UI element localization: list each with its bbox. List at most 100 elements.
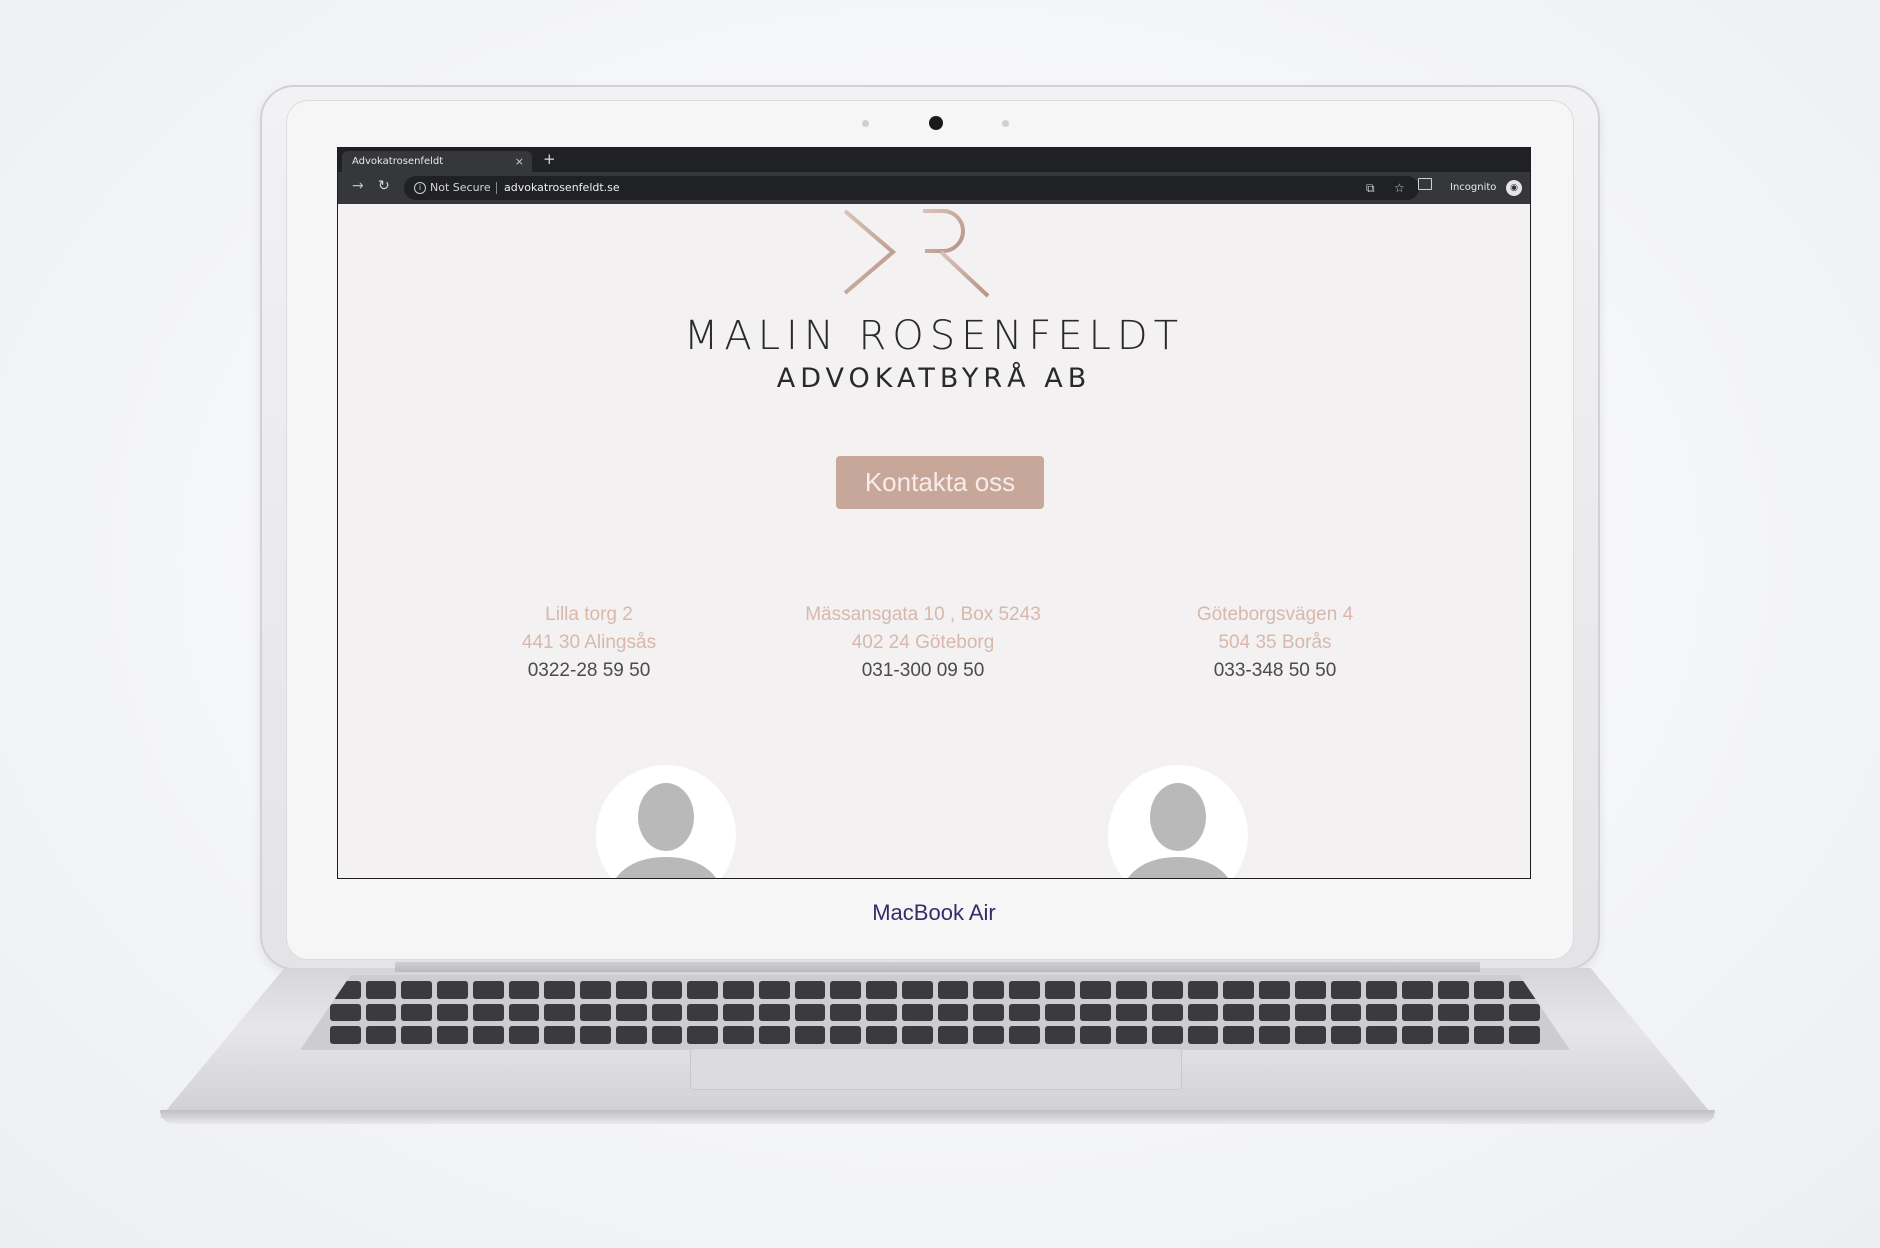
keyboard-key [1187,981,1219,999]
keyboard-key [544,1026,576,1044]
keyboard-key [1223,1026,1255,1044]
keyboard [300,975,1570,1050]
tab-bar: Advokatrosenfeldt × + [338,148,1530,172]
keyboard-key [365,1026,397,1044]
new-tab-button[interactable]: + [543,150,556,168]
keyboard-key [1008,1003,1040,1022]
office-street: Mässansgata 10 , Box 5243 [805,604,1041,625]
keyboard-key [1187,1003,1219,1022]
star-icon[interactable]: ☆ [1394,176,1405,200]
keyboard-key [1509,1026,1540,1044]
keyboard-key [1366,981,1398,999]
keyboard-key [437,1026,468,1044]
keyboard-key [1044,981,1076,999]
camera-icon [929,116,943,130]
keyboard-key [472,1026,504,1044]
keyboard-key [580,1003,611,1022]
profile-label[interactable]: Incognito [1450,172,1496,204]
trackpad [690,1048,1182,1090]
keyboard-key [830,981,862,999]
keyboard-key [1330,1003,1362,1022]
keyboard-key [544,1003,576,1022]
keyboard-key [651,981,683,999]
keyboard-key [365,981,397,999]
avatar[interactable] [596,765,736,878]
forward-arrow-icon[interactable]: → [352,178,364,194]
keyboard-key [1366,1003,1398,1022]
keyboard-key [580,1026,611,1044]
office-alingsas: Lilla torg 2 441 30 Alingsås 0322-28 59 … [439,601,739,685]
keyboard-key [1437,981,1469,999]
keyboard-key [901,981,933,999]
keyboard-key [1259,1026,1290,1044]
keyboard-key [1223,1003,1255,1022]
keyboard-key [1008,981,1040,999]
person-icon [616,783,716,878]
sensor-right [1002,120,1009,127]
keyboard-key [1116,1026,1147,1044]
keyboard-key [508,981,540,999]
keyboard-key [723,1026,754,1044]
office-city: 441 30 Alingsås [521,632,657,653]
incognito-icon[interactable]: ◉ [1506,180,1522,196]
keyboard-key [508,1003,540,1022]
close-icon[interactable]: × [515,151,524,172]
browser-toolbar: → ↻ i Not Secure advokatrosenfeldt.se ⧉ … [338,172,1530,204]
browser-tab[interactable]: Advokatrosenfeldt × [342,151,532,172]
address-bar[interactable]: i Not Secure advokatrosenfeldt.se ⧉ ☆ [404,176,1419,200]
keyboard-key [1080,1003,1112,1022]
keyboard-key [1151,1003,1183,1022]
person-icon [1128,783,1228,878]
keyboard-key [1294,981,1326,999]
office-phone[interactable]: 033-348 50 50 [1125,657,1425,685]
keyboard-key [544,981,576,999]
firm-logo-icon [843,209,990,298]
laptop-base-edge [160,1110,1715,1124]
reload-icon[interactable]: ↻ [378,178,390,194]
keyboard-key [973,981,1004,999]
keyboard-key [758,981,790,999]
keyboard-key [401,981,433,999]
keyboard-key [1259,1003,1290,1022]
avatar[interactable] [1108,765,1248,878]
keyboard-key [1044,1026,1076,1044]
keyboard-key [1116,981,1147,999]
keyboard-key [1044,1003,1076,1022]
keyboard-key [1330,1026,1362,1044]
keyboard-key [401,1003,433,1022]
keyboard-key [1187,1026,1219,1044]
device-brand-label: MacBook Air [872,900,996,925]
keyboard-key [1294,1026,1326,1044]
keyboard-key [1473,981,1505,999]
keyboard-key [866,981,897,999]
url-text[interactable]: advokatrosenfeldt.se [504,176,620,200]
keyboard-key [651,1003,683,1022]
keyboard-key [866,1003,897,1022]
keyboard-key [1473,1026,1505,1044]
tab-title: Advokatrosenfeldt [352,156,444,167]
keyboard-key [723,981,754,999]
keyboard-key [1473,1003,1505,1022]
office-phone[interactable]: 031-300 09 50 [773,657,1073,685]
keyboard-key [973,1003,1004,1022]
sensor-left [862,120,869,127]
keyboard-key [508,1026,540,1044]
keyboard-key [830,1026,862,1044]
info-icon[interactable]: i [414,182,426,194]
office-city: 504 35 Borås [1218,632,1332,653]
keyboard-key [1437,1003,1469,1022]
keyboard-key [1223,981,1255,999]
office-phone[interactable]: 0322-28 59 50 [439,657,739,685]
translate-icon[interactable]: ⧉ [1366,176,1375,200]
keyboard-key [723,1003,754,1022]
keyboard-key [1080,981,1112,999]
keyboard-key [830,1003,862,1022]
keyboard-key [866,1026,897,1044]
keyboard-key [1151,1026,1183,1044]
keyboard-key [437,1003,468,1022]
contact-button[interactable]: Kontakta oss [836,456,1044,509]
keyboard-key [1008,1026,1040,1044]
cast-icon[interactable] [1418,178,1432,190]
keyboard-key [437,981,468,999]
keyboard-key [901,1026,933,1044]
